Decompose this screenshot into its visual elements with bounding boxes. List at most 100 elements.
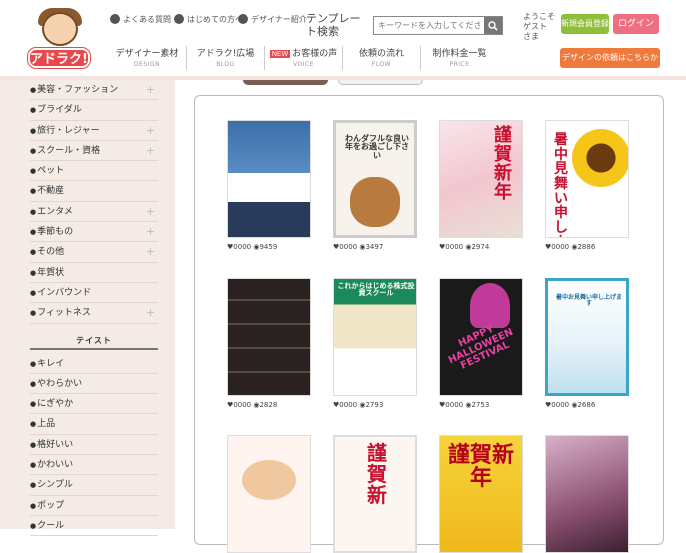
nav-price[interactable]: 制作料金一覧 PRICE: [420, 46, 498, 70]
template-thumbnail[interactable]: これからはじめる株式投資スクール: [333, 278, 417, 396]
template-thumbnail[interactable]: わんダフルな良い年をお過ごし下さい: [333, 120, 417, 238]
nav-voice-sub: VOICE: [293, 61, 314, 68]
site-logo[interactable]: アドラク!: [28, 6, 90, 68]
template-card[interactable]: [545, 435, 629, 553]
plus-icon[interactable]: +: [146, 202, 155, 222]
category-label: 美容・ファッション: [37, 85, 119, 95]
nav-design[interactable]: デザイナー素材 DESIGN: [108, 46, 186, 70]
sidebar-item-category[interactable]: エンタメ +: [30, 202, 158, 223]
sidebar-item-category[interactable]: 不動産: [30, 181, 158, 202]
plus-icon[interactable]: +: [146, 222, 155, 242]
sidebar-item-category[interactable]: ペット: [30, 161, 158, 182]
view-count: 3497: [365, 243, 384, 251]
sidebar-item-taste[interactable]: にぎやか: [30, 394, 158, 415]
template-thumbnail[interactable]: [227, 278, 311, 396]
sidebar-item-category[interactable]: 旅行・レジャー +: [30, 121, 158, 141]
plus-icon[interactable]: +: [146, 303, 155, 323]
nav-flow[interactable]: 依頼の流れ FLOW: [342, 46, 420, 70]
template-stats: ♥0000 ◉2974: [439, 243, 523, 251]
tab-1[interactable]: [243, 80, 328, 85]
new-badge: NEW: [269, 50, 291, 58]
sidebar-item-category[interactable]: 年賀状: [30, 263, 158, 283]
nav-blog-label: アドラク!広場: [196, 49, 255, 59]
category-label: 不動産: [37, 186, 65, 197]
nav-voice-label: お客様の声: [292, 49, 338, 59]
logo-face: [42, 12, 78, 46]
register-button[interactable]: 新規会員登録: [561, 14, 609, 34]
template-thumbnail[interactable]: 謹賀新年: [439, 435, 523, 553]
design-request-button[interactable]: デザインの依頼はこちらから›: [560, 48, 660, 83]
template-card[interactable]: HAPPY HALLOWEEN FESTIVAL ♥0000 ◉2753: [439, 278, 523, 409]
logo-wordmark: アドラク!: [28, 48, 90, 68]
taste-list: キレイやわらかいにぎやか上品格好いいかわいいシンプルポップクール: [30, 354, 175, 537]
template-card[interactable]: 暑中見舞い申し上げます ♥0000 ◉2886: [545, 120, 629, 251]
sidebar-item-taste[interactable]: 格好いい: [30, 435, 158, 456]
template-card[interactable]: [227, 435, 311, 553]
nav-flow-sub: FLOW: [371, 61, 392, 68]
template-thumbnail[interactable]: HAPPY HALLOWEEN FESTIVAL: [439, 278, 523, 396]
template-thumbnail[interactable]: 暑中お見舞い申し上げます: [545, 278, 629, 396]
sidebar-item-taste[interactable]: クール: [30, 516, 158, 537]
search-input[interactable]: [374, 17, 484, 34]
template-thumbnail[interactable]: [227, 435, 311, 553]
sidebar-item-taste[interactable]: 上品: [30, 414, 158, 435]
nav-design-label: デザイナー素材: [115, 49, 179, 59]
template-panel: ♥0000 ◉9459 わんダフルな良い年をお過ごし下さい ♥0000 ◉3497 謹…: [194, 95, 664, 553]
template-thumbnail[interactable]: 暑中見舞い申し上げます: [545, 120, 629, 238]
login-button[interactable]: ログイン: [613, 14, 659, 34]
template-stats: ♥0000 ◉2793: [333, 401, 417, 409]
template-card[interactable]: 謹賀新年 ♥0000 ◉2974: [439, 120, 523, 251]
search-button[interactable]: [484, 17, 502, 34]
designer-link[interactable]: デザイナー紹介: [238, 14, 307, 24]
template-card[interactable]: 暑中お見舞い申し上げます ♥0000 ◉2686: [545, 278, 629, 409]
sidebar-item-taste[interactable]: キレイ: [30, 354, 158, 374]
nav-blog[interactable]: アドラク!広場 BLOG: [186, 46, 264, 70]
question-icon: [110, 14, 120, 24]
template-card[interactable]: 謹賀新年: [439, 435, 523, 553]
designer-label: デザイナー紹介: [251, 14, 307, 24]
template-card[interactable]: 謹賀新: [333, 435, 417, 553]
template-thumbnail[interactable]: [545, 435, 629, 553]
like-count: 0000: [339, 243, 358, 251]
template-thumbnail[interactable]: 謹賀新年: [439, 120, 523, 238]
sidebar-item-taste[interactable]: やわらかい: [30, 374, 158, 395]
template-card[interactable]: わんダフルな良い年をお過ごし下さい ♥0000 ◉3497: [333, 120, 417, 251]
book-icon: [174, 14, 184, 24]
search-icon: [488, 20, 498, 31]
faq-link[interactable]: よくある質問: [110, 14, 171, 24]
nav-voice[interactable]: NEW お客様の声 VOICE: [264, 46, 342, 70]
template-thumbnail[interactable]: [227, 120, 311, 238]
sidebar-item-category[interactable]: 季節もの +: [30, 222, 158, 243]
category-label: エンタメ: [37, 206, 73, 217]
welcome-text: ようこそ ゲスト さま: [523, 12, 555, 41]
taste-heading: テイスト: [30, 324, 158, 350]
sidebar-item-taste[interactable]: かわいい: [30, 455, 158, 476]
template-stats: ♥0000 ◉2886: [545, 243, 629, 251]
plus-icon[interactable]: +: [146, 80, 155, 100]
sidebar-item-category[interactable]: その他 +: [30, 242, 158, 263]
plus-icon[interactable]: +: [146, 121, 155, 141]
sidebar-item-taste[interactable]: シンプル: [30, 475, 158, 496]
template-stats: ♥0000 ◉2753: [439, 401, 523, 409]
template-search-label: テンプレート検索: [306, 12, 361, 38]
sidebar-item-category[interactable]: インバウンド: [30, 283, 158, 304]
template-title-text: 謹賀新年: [447, 443, 514, 492]
tab-2[interactable]: [338, 80, 423, 85]
plus-icon[interactable]: +: [146, 242, 155, 262]
like-count: 0000: [551, 401, 570, 409]
sidebar-item-category[interactable]: ブライダル: [30, 100, 158, 121]
taste-label: キレイ: [37, 358, 65, 369]
sidebar-item-category[interactable]: 美容・ファッション +: [30, 80, 158, 101]
beginner-link[interactable]: はじめての方へ: [174, 14, 243, 24]
sidebar-item-category[interactable]: スクール・資格 +: [30, 141, 158, 162]
sidebar-item-category[interactable]: フィットネス +: [30, 303, 158, 324]
plus-icon[interactable]: +: [146, 141, 155, 161]
template-thumbnail[interactable]: 謹賀新: [333, 435, 417, 553]
template-card[interactable]: これからはじめる株式投資スクール ♥0000 ◉2793: [333, 278, 417, 409]
sidebar-item-taste[interactable]: ポップ: [30, 496, 158, 516]
taste-label: 格好いい: [37, 439, 74, 450]
template-card[interactable]: ♥0000 ◉2828: [227, 278, 311, 409]
nav-design-sub: DESIGN: [133, 61, 161, 68]
template-card[interactable]: ♥0000 ◉9459: [227, 120, 311, 251]
like-count: 0000: [445, 243, 464, 251]
